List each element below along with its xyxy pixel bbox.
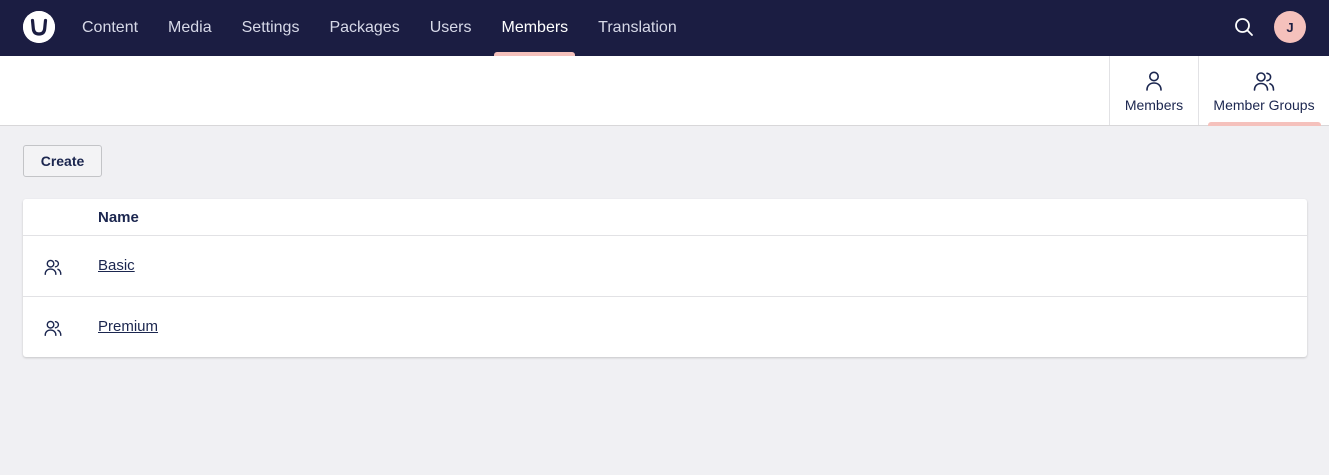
tab-member-groups-label: Member Groups	[1213, 96, 1315, 113]
row-link-basic[interactable]: Basic	[98, 257, 135, 274]
nav-item-members[interactable]: Members	[486, 0, 583, 56]
search-icon	[1235, 18, 1253, 36]
users-icon	[1253, 69, 1275, 93]
column-header-name[interactable]: Name	[98, 209, 139, 226]
section-nav: Content Media Settings Packages Users Me…	[67, 0, 692, 56]
tab-members-label: Members	[1124, 96, 1184, 113]
users-icon	[44, 258, 62, 276]
nav-item-translation[interactable]: Translation	[583, 0, 692, 56]
top-navigation-bar: Content Media Settings Packages Users Me…	[0, 0, 1329, 56]
member-groups-table: Name Basic Premium	[23, 199, 1307, 357]
row-link-premium[interactable]: Premium	[98, 318, 158, 335]
create-button[interactable]: Create	[23, 145, 102, 177]
user-icon	[1144, 69, 1164, 93]
tab-member-groups[interactable]: Member Groups	[1198, 56, 1329, 126]
table-row[interactable]: Premium	[23, 297, 1307, 357]
users-icon	[44, 319, 62, 337]
nav-item-packages[interactable]: Packages	[314, 0, 414, 56]
table-row[interactable]: Basic	[23, 236, 1307, 297]
nav-item-users[interactable]: Users	[415, 0, 487, 56]
user-avatar[interactable]: J	[1274, 11, 1306, 43]
nav-item-settings[interactable]: Settings	[227, 0, 315, 56]
table-header: Name	[23, 199, 1307, 236]
tab-members[interactable]: Members	[1109, 56, 1198, 125]
search-button[interactable]	[1231, 14, 1257, 40]
section-header: Members Member Groups	[0, 56, 1329, 126]
nav-item-media[interactable]: Media	[153, 0, 227, 56]
nav-item-content[interactable]: Content	[67, 0, 153, 56]
umbraco-logo-icon[interactable]	[23, 11, 55, 43]
